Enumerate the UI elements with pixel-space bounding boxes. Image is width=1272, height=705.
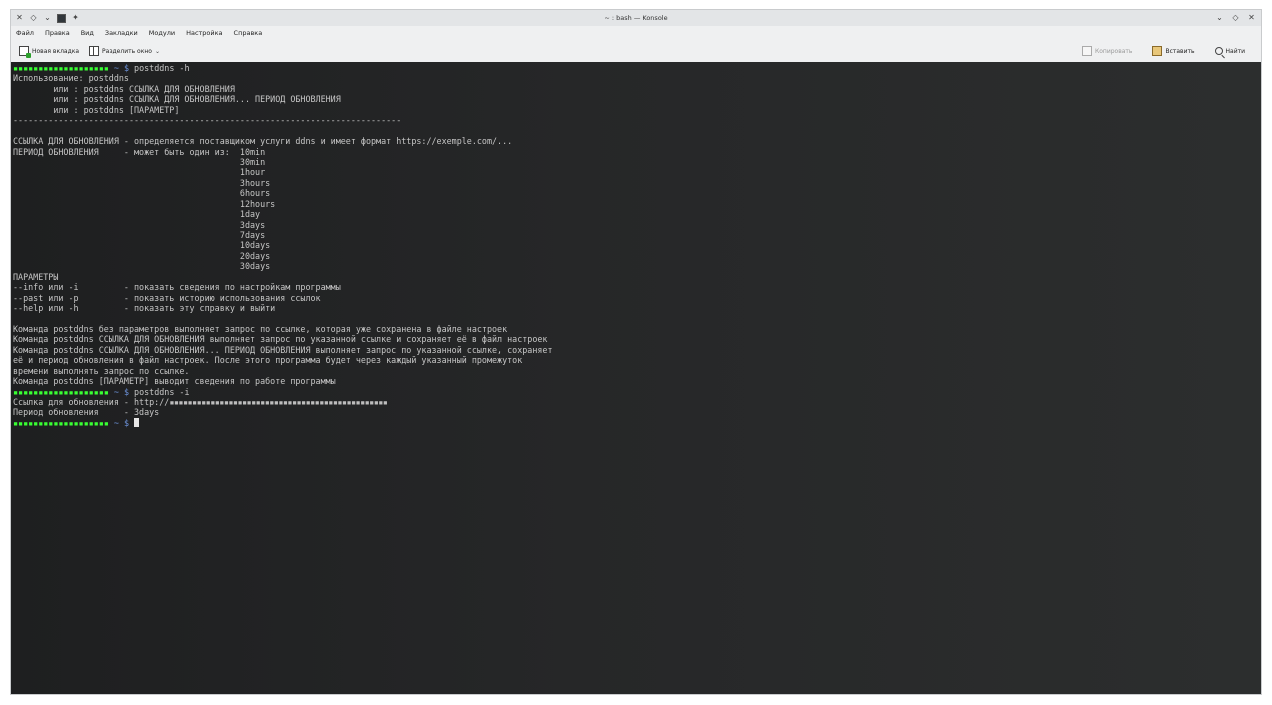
- find-label: Найти: [1225, 47, 1245, 55]
- terminal-line: или : postddns [ПАРАМЕТР]: [13, 104, 180, 115]
- text-cursor: [134, 417, 140, 427]
- terminal-line: --past или -p - показать историю использ…: [13, 292, 321, 303]
- menu-help[interactable]: Справка: [234, 29, 263, 37]
- new-tab-icon: [19, 46, 31, 58]
- terminal-line: или : postddns ССЫЛКА ДЛЯ ОБНОВЛЕНИЯ: [13, 83, 235, 94]
- terminal-line: Использование: postddns: [13, 73, 129, 84]
- terminal-line: Команда postddns ССЫЛКА ДЛЯ ОБНОВЛЕНИЯ..…: [13, 344, 553, 355]
- info-period-line: Период обновления - 3days: [13, 407, 160, 418]
- minimize-icon[interactable]: ⌄: [1215, 14, 1224, 23]
- find-button[interactable]: Найти: [1214, 47, 1245, 55]
- pin-icon[interactable]: ✦: [71, 14, 80, 23]
- prompt-user: ▪▪▪▪▪▪▪▪▪▪▪▪▪▪▪▪▪▪▪: [13, 417, 109, 428]
- terminal-line: или : postddns ССЫЛКА ДЛЯ ОБНОВЛЕНИЯ... …: [13, 94, 341, 105]
- split-view-label: Разделить окно: [102, 47, 152, 55]
- window-title: ~ : bash — Konsole: [604, 14, 668, 22]
- menu-bookmarks[interactable]: Закладки: [105, 29, 138, 37]
- chevron-down-icon[interactable]: ⌄: [155, 48, 160, 55]
- terminal-line: 30days: [13, 261, 271, 272]
- menu-settings[interactable]: Настройка: [186, 29, 222, 37]
- menu-file[interactable]: Файл: [16, 29, 34, 37]
- info-link-label: Ссылка для обновления - http://: [13, 397, 170, 407]
- copy-button[interactable]: Копировать: [1081, 46, 1133, 56]
- terminal-line: ССЫЛКА ДЛЯ ОБНОВЛЕНИЯ - определяется пос…: [13, 136, 513, 147]
- new-tab-button[interactable]: Новая вкладка: [19, 46, 80, 58]
- toolbar-right: Копировать Вставить Найти: [1081, 46, 1261, 56]
- command: postddns -h: [134, 63, 190, 73]
- title-bar: ✕ ◇ ⌄ ✦ ~ : bash — Konsole ⌄ ◇ ✕: [11, 10, 1261, 26]
- terminal-line: ----------------------------------------…: [13, 115, 402, 126]
- split-view-icon: [89, 46, 100, 56]
- close-window-icon[interactable]: ✕: [1247, 14, 1256, 23]
- terminal-line: ПЕРИОД ОБНОВЛЕНИЯ - может быть один из: …: [13, 146, 266, 157]
- terminal-line: её и период обновления в файл настроек. …: [13, 355, 523, 366]
- terminal-line: 10days: [13, 240, 271, 251]
- terminal-line: 20days: [13, 250, 271, 261]
- prompt-user: ▪▪▪▪▪▪▪▪▪▪▪▪▪▪▪▪▪▪▪: [13, 63, 109, 73]
- terminal-line: 3hours: [13, 177, 271, 188]
- terminal-line: 6hours: [13, 188, 271, 199]
- menu-plugins[interactable]: Модули: [149, 29, 175, 37]
- search-icon: [1214, 47, 1223, 55]
- title-bar-right-controls: ⌄ ◇ ✕: [1061, 14, 1261, 23]
- terminal-line: 30min: [13, 156, 266, 167]
- terminal-line: времени выполнять запрос по ссылке.: [13, 365, 190, 376]
- menu-view[interactable]: Вид: [81, 29, 94, 37]
- prompt-line-2: ▪▪▪▪▪▪▪▪▪▪▪▪▪▪▪▪▪▪▪ ~ $ postddns -i: [13, 387, 1261, 397]
- info-link-line: Ссылка для обновления - http://▪▪▪▪▪▪▪▪▪…: [13, 397, 1261, 407]
- maximize-icon[interactable]: ◇: [1231, 14, 1240, 23]
- terminal-line: 1day: [13, 209, 261, 220]
- toolbar: Новая вкладка Разделить окно ⌄ Копироват…: [11, 40, 1261, 62]
- terminal-line: Команда postddns ССЫЛКА ДЛЯ ОБНОВЛЕНИЯ в…: [13, 334, 548, 345]
- terminal-line: 12hours: [13, 198, 276, 209]
- terminal-line: --info или -i - показать сведения по нас…: [13, 282, 341, 293]
- prompt-path: ~ $: [108, 386, 135, 397]
- prompt-line-1: ▪▪▪▪▪▪▪▪▪▪▪▪▪▪▪▪▪▪▪ ~ $ postddns -h: [13, 63, 1261, 73]
- keep-above-icon[interactable]: ◇: [29, 14, 38, 23]
- terminal-line: --help или -h - показать эту справку и в…: [13, 303, 276, 314]
- konsole-icon[interactable]: [57, 13, 66, 23]
- command: postddns -i: [134, 386, 190, 397]
- paste-button[interactable]: Вставить: [1152, 46, 1195, 56]
- terminal-line: 7days: [13, 230, 266, 240]
- paste-icon: [1152, 46, 1163, 56]
- paste-label: Вставить: [1165, 47, 1195, 55]
- close-icon[interactable]: ✕: [15, 14, 24, 23]
- terminal-line: Команда postddns без параметров выполняе…: [13, 323, 508, 334]
- menu-bar: Файл Правка Вид Закладки Модули Настройк…: [11, 26, 1261, 40]
- menu-edit[interactable]: Правка: [45, 29, 70, 37]
- copy-icon: [1081, 46, 1092, 56]
- title-bar-left-controls: ✕ ◇ ⌄ ✦: [11, 13, 211, 23]
- prompt-path: ~ $: [108, 63, 135, 73]
- konsole-window: ✕ ◇ ⌄ ✦ ~ : bash — Konsole ⌄ ◇ ✕ Файл Пр…: [10, 9, 1262, 695]
- terminal-line: Команда postddns [ПАРАМЕТР] выводит свед…: [13, 376, 336, 387]
- split-view-button[interactable]: Разделить окно ⌄: [89, 46, 160, 56]
- terminal-line: 3days: [13, 219, 266, 230]
- prompt-line-3: ▪▪▪▪▪▪▪▪▪▪▪▪▪▪▪▪▪▪▪ ~ $: [13, 417, 1261, 428]
- copy-label: Копировать: [1094, 47, 1133, 55]
- chevron-down-icon[interactable]: ⌄: [43, 14, 52, 23]
- terminal-line: ПАРАМЕТРЫ: [13, 271, 59, 282]
- help-output: Использование: postddns или : postddns С…: [13, 73, 1261, 386]
- terminal-output[interactable]: ▪▪▪▪▪▪▪▪▪▪▪▪▪▪▪▪▪▪▪ ~ $ postddns -h Испо…: [11, 62, 1261, 694]
- prompt-user: ▪▪▪▪▪▪▪▪▪▪▪▪▪▪▪▪▪▪▪: [13, 386, 109, 397]
- new-tab-label: Новая вкладка: [32, 47, 80, 55]
- prompt-path: ~ $: [108, 417, 135, 428]
- terminal-line: 1hour: [13, 167, 266, 178]
- info-link-masked: ▪▪▪▪▪▪▪▪▪▪▪▪▪▪▪▪▪▪▪▪▪▪▪▪▪▪▪▪▪▪▪▪▪▪▪▪▪▪▪▪…: [169, 397, 388, 407]
